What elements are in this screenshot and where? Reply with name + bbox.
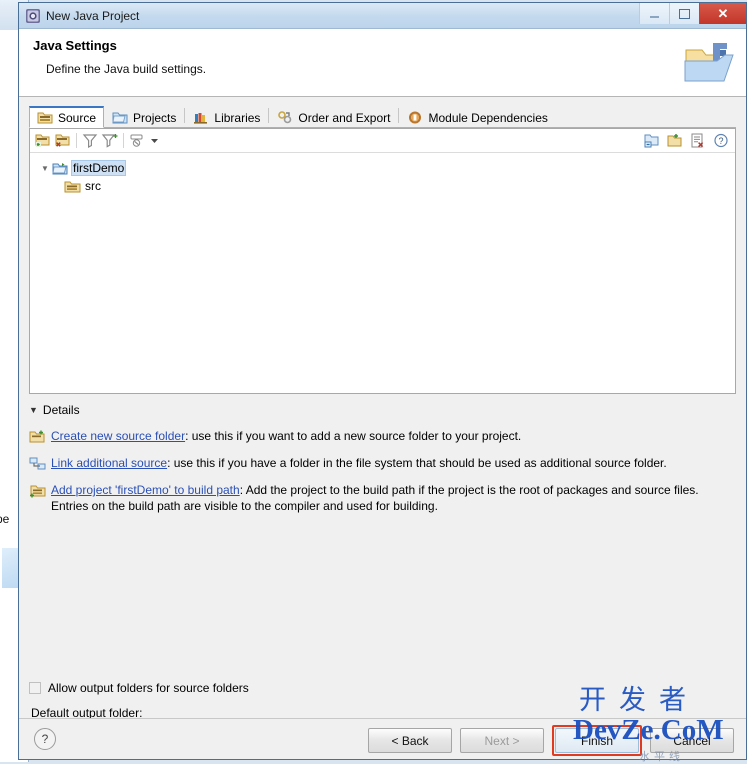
tab-module-dependencies[interactable]: Module Dependencies — [399, 106, 555, 128]
new-java-project-banner-icon — [682, 37, 736, 89]
detail-link-additional-source: Link additional source: use this if you … — [29, 455, 736, 471]
page-title: Java Settings — [33, 38, 746, 53]
dialog-header: Java Settings Define the Java build sett… — [19, 29, 746, 97]
back-button[interactable]: < Back — [368, 728, 452, 753]
add-project-buildpath-icon — [29, 483, 47, 498]
wizard-buttons: < Back Next > Finish Cancel — [368, 725, 734, 756]
collapse-all-icon[interactable] — [127, 131, 147, 150]
tree-node-label: src — [83, 179, 103, 193]
tab-projects[interactable]: Projects — [104, 106, 184, 128]
create-source-folder-icon — [29, 429, 47, 444]
source-tree-toolbar: ? — [30, 129, 735, 153]
next-button: Next > — [460, 728, 544, 753]
add-folder-to-buildpath-icon[interactable] — [665, 131, 685, 150]
toolbar-divider — [76, 133, 77, 148]
detail-create-source-folder: Create new source folder: use this if yo… — [29, 428, 736, 444]
dialog-title: New Java Project — [46, 9, 139, 23]
finish-button-highlight: Finish — [552, 725, 642, 756]
tab-libraries[interactable]: Libraries — [185, 106, 268, 128]
source-folder-icon — [64, 179, 81, 194]
background-window-text: pe — [0, 512, 9, 526]
tree-node-label: firstDemo — [71, 160, 126, 176]
link-additional-source-link[interactable]: Link additional source — [51, 456, 167, 470]
source-folders-panel: ? ▼ firstDemo — [29, 128, 736, 394]
module-dependencies-icon — [407, 110, 423, 125]
create-source-folder-link[interactable]: Create new source folder — [51, 429, 185, 443]
order-export-icon — [277, 110, 293, 125]
projects-folder-icon — [112, 110, 128, 125]
settings-tabs: Source Projects — [29, 103, 736, 128]
details-label: Details — [43, 403, 80, 417]
help-icon[interactable]: ? — [711, 131, 731, 150]
dialog-body: Source Projects — [19, 97, 746, 718]
remove-from-buildpath-icon[interactable] — [688, 131, 708, 150]
allow-output-folders-checkbox[interactable] — [29, 682, 41, 694]
filter-icon[interactable] — [80, 131, 100, 150]
detail-text: : use this if you want to add a new sour… — [185, 429, 521, 443]
tab-order-and-export-label: Order and Export — [298, 111, 390, 125]
page-subtitle: Define the Java build settings. — [46, 62, 746, 76]
toolbar-divider — [123, 133, 124, 148]
expand-twisty-icon[interactable]: ▼ — [38, 164, 52, 173]
add-folder-icon[interactable] — [33, 131, 53, 150]
link-source-icon[interactable] — [642, 131, 662, 150]
tab-source[interactable]: Source — [29, 106, 104, 128]
chevron-down-icon[interactable]: ▼ — [29, 405, 38, 415]
dialog-titlebar[interactable]: New Java Project ✕ — [19, 3, 746, 29]
detail-add-project-to-buildpath: Add project 'firstDemo' to build path: A… — [29, 482, 736, 514]
tree-node-src[interactable]: src — [64, 177, 735, 195]
new-java-project-dialog: New Java Project ✕ Java Settings Define … — [18, 2, 747, 760]
source-tree-toolbar-right: ? — [642, 131, 731, 150]
help-button[interactable]: ? — [34, 728, 56, 750]
remove-folder-icon[interactable] — [53, 131, 73, 150]
java-project-folder-icon — [52, 161, 69, 176]
svg-text:?: ? — [718, 136, 723, 146]
filter-add-icon[interactable] — [100, 131, 120, 150]
detail-text: : use this if you have a folder in the f… — [167, 456, 667, 470]
tab-projects-label: Projects — [133, 111, 176, 125]
link-additional-source-icon — [29, 456, 47, 471]
window-controls: ✕ — [639, 3, 746, 25]
dialog-footer: ? < Back Next > Finish Cancel — [19, 718, 746, 759]
tab-module-dependencies-label: Module Dependencies — [428, 111, 547, 125]
tab-order-and-export[interactable]: Order and Export — [269, 106, 398, 128]
close-button[interactable]: ✕ — [699, 3, 746, 24]
maximize-button[interactable] — [669, 3, 699, 24]
view-menu-chevron-icon[interactable] — [147, 131, 161, 150]
libraries-books-icon — [193, 110, 209, 125]
minimize-button[interactable] — [639, 3, 669, 24]
source-folder-icon — [37, 110, 53, 125]
allow-output-folders-label: Allow output folders for source folders — [48, 681, 249, 695]
finish-button[interactable]: Finish — [555, 728, 639, 753]
allow-output-folders-row[interactable]: Allow output folders for source folders — [29, 681, 249, 695]
tab-libraries-label: Libraries — [214, 111, 260, 125]
source-tree[interactable]: ▼ firstDemo — [30, 153, 735, 195]
add-project-buildpath-link[interactable]: Add project 'firstDemo' to build path — [51, 483, 240, 497]
tab-source-label: Source — [58, 111, 96, 125]
details-section-header[interactable]: ▼ Details — [29, 403, 736, 417]
java-project-icon — [25, 8, 41, 24]
cancel-button[interactable]: Cancel — [650, 728, 734, 753]
tree-node-firstdemo[interactable]: ▼ firstDemo — [38, 159, 735, 177]
